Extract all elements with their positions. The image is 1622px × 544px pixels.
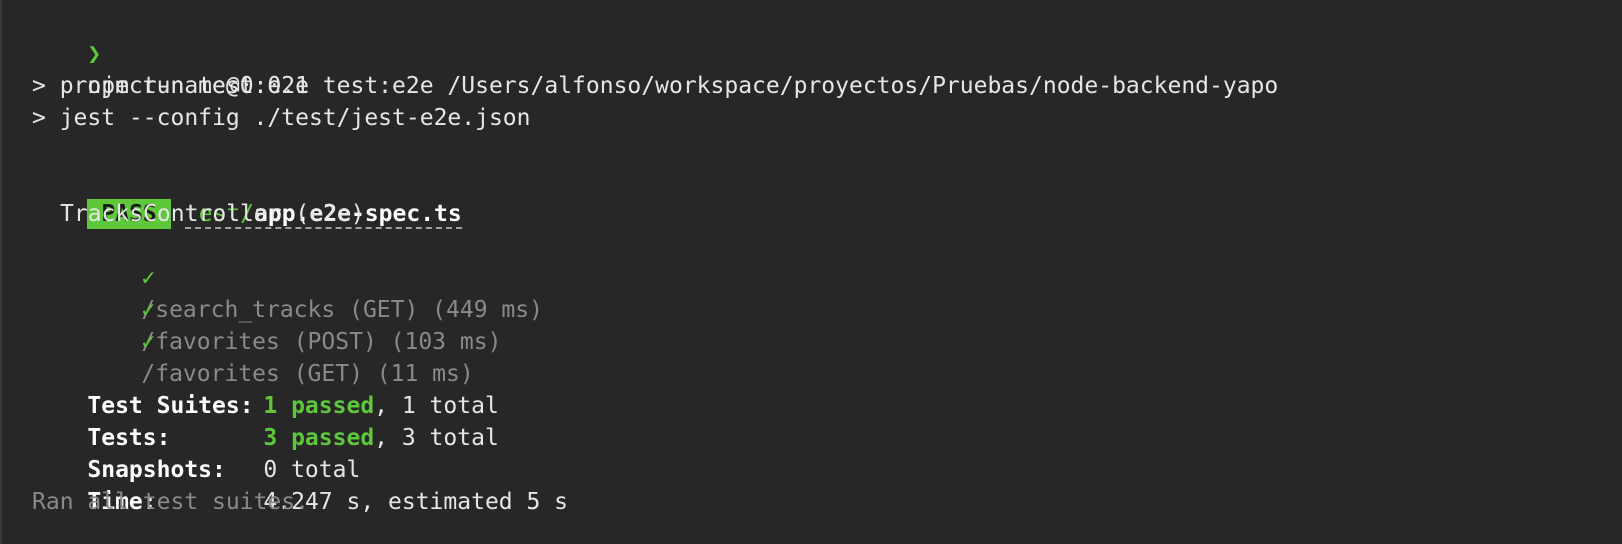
summary-label: Test Suites:	[87, 393, 254, 419]
terminal-window[interactable]: ❯ npm run test:e2e > project-name@0.0.1 …	[0, 0, 1622, 544]
check-icon: ✓	[141, 297, 156, 323]
test-case-label: /favorites (GET) (11 ms)	[141, 361, 474, 387]
summary-total: , 1 total	[374, 393, 499, 419]
check-icon: ✓	[141, 265, 156, 291]
summary-total: , 3 total	[374, 425, 499, 451]
check-icon: ✓	[141, 329, 156, 355]
summary-footer: Ran all test suites.	[32, 489, 309, 515]
summary-passed: 1 passed	[263, 393, 375, 419]
script-line: > jest --config ./test/jest-e2e.json	[32, 105, 531, 131]
summary-passed: 3 passed	[263, 425, 375, 451]
test-case-label: /favorites (POST) (103 ms)	[141, 329, 502, 355]
test-file-result: PASS test/app.e2e-spec.ts	[32, 166, 1622, 229]
prompt-line: ❯ npm run test:e2e	[32, 6, 1622, 99]
test-case: ✓ /favorites (POST) (103 ms)	[32, 262, 1622, 355]
prompt-arrow-icon: ❯	[87, 41, 102, 67]
script-line: > project-name@0.0.1 test:e2e /Users/alf…	[32, 73, 1279, 99]
summary-value: 0 total	[263, 457, 361, 483]
summary-label: Tests:	[87, 425, 171, 451]
suite-name: TracksController (e2e)	[60, 201, 365, 227]
test-case: ✓ /search_tracks (GET) (449 ms)	[32, 230, 1622, 323]
summary-label: Snapshots:	[87, 457, 226, 483]
test-case-label: /search_tracks (GET) (449 ms)	[141, 297, 543, 323]
summary-value: 4.247 s, estimated 5 s	[263, 489, 569, 515]
